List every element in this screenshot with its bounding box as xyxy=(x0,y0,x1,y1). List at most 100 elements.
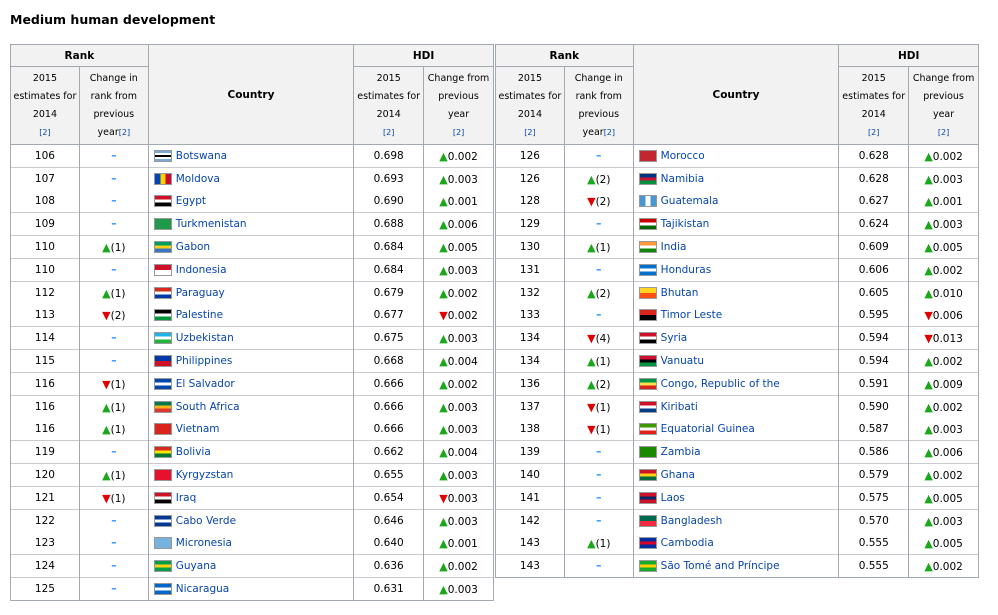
country-link[interactable]: Iraq xyxy=(176,492,197,504)
country-link[interactable]: Morocco xyxy=(661,150,705,162)
hdi-cell: 0.666 xyxy=(353,372,425,396)
flag-icon xyxy=(638,560,657,572)
table-row: 139– Zambia 0.586 ▲0.006 xyxy=(495,440,979,464)
country-link[interactable]: Turkmenistan xyxy=(176,218,247,230)
country-link[interactable]: Laos xyxy=(661,492,685,504)
country-link[interactable]: Tajikistan xyxy=(661,218,710,230)
ref-link[interactable]: [2] xyxy=(524,128,535,137)
table-row: 132 ▲(2) Bhutan 0.605 ▲0.010 xyxy=(495,281,979,304)
flag-icon xyxy=(153,173,172,185)
hdi-change-value: 0.003 xyxy=(447,401,478,414)
country-cell: Ghana xyxy=(632,463,840,487)
no-change-dash-icon: – xyxy=(111,264,117,276)
ref-link[interactable]: [2] xyxy=(119,128,130,137)
up-arrow-icon: ▲ xyxy=(439,400,448,414)
country-link[interactable]: Equatorial Guinea xyxy=(661,423,755,435)
up-arrow-icon: ▲ xyxy=(439,422,448,436)
country-link[interactable]: Syria xyxy=(661,332,688,344)
ref-link[interactable]: [2] xyxy=(868,128,879,137)
country-link[interactable]: Vanuatu xyxy=(661,355,704,367)
country-link[interactable]: São Tomé and Príncipe xyxy=(661,560,780,572)
country-link[interactable]: Nicaragua xyxy=(176,583,229,595)
country-link[interactable]: Bhutan xyxy=(661,287,699,299)
country-link[interactable]: Bolivia xyxy=(176,446,211,458)
country-link[interactable]: Philippines xyxy=(176,355,233,367)
up-arrow-icon: ▲ xyxy=(924,240,933,254)
rank-change-value: (1) xyxy=(110,469,126,482)
hdi-cell: 0.666 xyxy=(353,418,425,441)
rank-change-cell: ▲(1) xyxy=(78,235,149,259)
flag-icon xyxy=(153,287,172,299)
table-row: 125– Nicaragua 0.631 ▲0.003 xyxy=(10,577,494,601)
country-cell: Turkmenistan xyxy=(147,212,355,236)
country-cell: Moldova xyxy=(147,167,355,190)
ref-link[interactable]: [2] xyxy=(39,128,50,137)
country-cell: Gabon xyxy=(147,235,355,259)
country-cell: Kiribati xyxy=(632,395,840,418)
rank-change-cell: ▲(2) xyxy=(563,167,634,190)
ref-link[interactable]: [2] xyxy=(938,128,949,137)
hdi-change-cell: ▲0.005 xyxy=(908,532,979,555)
hdi-change-cell: ▲0.002 xyxy=(423,372,494,396)
flag-icon xyxy=(153,150,172,162)
country-cell: Cabo Verde xyxy=(147,509,355,532)
rank-change-cell: – xyxy=(78,554,149,578)
hdi-cell: 0.698 xyxy=(353,144,425,168)
up-arrow-icon: ▲ xyxy=(439,445,448,459)
rank-cell: 133 xyxy=(495,304,565,327)
hdi-change-cell: ▲0.001 xyxy=(908,190,979,213)
country-link[interactable]: Namibia xyxy=(661,173,704,185)
hdi-change-value: 0.005 xyxy=(932,492,963,505)
country-link[interactable]: India xyxy=(661,241,687,253)
country-link[interactable]: Guatemala xyxy=(661,195,719,207)
hdi-cell: 0.605 xyxy=(838,281,910,304)
country-link[interactable]: Kyrgyzstan xyxy=(176,469,234,481)
flag-icon xyxy=(153,264,172,276)
country-link[interactable]: South Africa xyxy=(176,401,240,413)
flag-icon xyxy=(638,309,657,321)
hdi-cell: 0.654 xyxy=(353,486,425,510)
country-link[interactable]: Micronesia xyxy=(176,537,232,549)
hdi-change-value: 0.002 xyxy=(447,287,478,300)
hdi-change-cell: ▲0.006 xyxy=(908,440,979,464)
country-link[interactable]: Zambia xyxy=(661,446,701,458)
country-link[interactable]: Uzbekistan xyxy=(176,332,234,344)
country-cell: Tajikistan xyxy=(632,212,840,236)
rank-cell: 132 xyxy=(495,281,565,304)
country-link[interactable]: Moldova xyxy=(176,173,220,185)
country-link[interactable]: Congo, Republic of the xyxy=(661,378,780,390)
rank-cell: 138 xyxy=(495,418,565,441)
up-arrow-icon: ▲ xyxy=(439,240,448,254)
hdi-cell: 0.609 xyxy=(838,235,910,259)
country-link[interactable]: Cabo Verde xyxy=(176,515,236,527)
country-link[interactable]: Honduras xyxy=(661,264,712,276)
hdi-change-cell: ▲0.003 xyxy=(908,212,979,236)
country-link[interactable]: Paraguay xyxy=(176,287,225,299)
up-arrow-icon: ▲ xyxy=(102,240,111,254)
up-arrow-icon: ▲ xyxy=(587,172,596,186)
country-link[interactable]: Vietnam xyxy=(176,423,220,435)
ref-link[interactable]: [2] xyxy=(383,128,394,137)
ref-link[interactable]: [2] xyxy=(604,128,615,137)
country-link[interactable]: Ghana xyxy=(661,469,695,481)
country-link[interactable]: Guyana xyxy=(176,560,217,572)
rank-change-value: (1) xyxy=(110,378,126,391)
country-link[interactable]: Egypt xyxy=(176,195,206,207)
hdi-cell: 0.594 xyxy=(838,326,910,350)
country-link[interactable]: Gabon xyxy=(176,241,210,253)
country-link[interactable]: Indonesia xyxy=(176,264,227,276)
rank-cell: 122 xyxy=(10,509,80,532)
country-link[interactable]: Cambodia xyxy=(661,537,714,549)
country-link[interactable]: El Salvador xyxy=(176,378,235,390)
rank-change-cell: – xyxy=(78,440,149,464)
country-link[interactable]: Palestine xyxy=(176,309,223,321)
country-link[interactable]: Timor Leste xyxy=(661,309,723,321)
country-link[interactable]: Bangladesh xyxy=(661,515,723,527)
rank-change-cell: ▲(1) xyxy=(78,281,149,304)
hdi-change-value: 0.002 xyxy=(447,309,478,322)
ref-link[interactable]: [2] xyxy=(453,128,464,137)
country-link[interactable]: Botswana xyxy=(176,150,227,162)
country-link[interactable]: Kiribati xyxy=(661,401,698,413)
country-cell: Namibia xyxy=(632,167,840,190)
rank-change-value: (1) xyxy=(595,241,611,254)
